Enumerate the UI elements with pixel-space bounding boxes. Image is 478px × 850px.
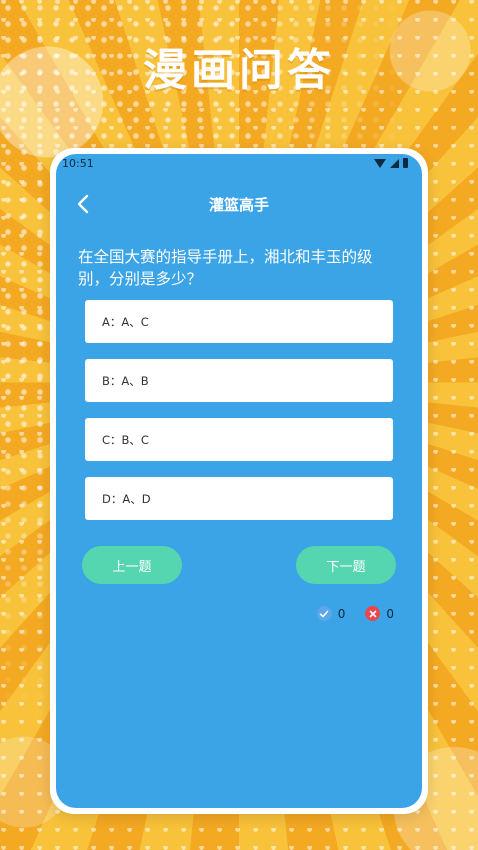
wifi-icon: [374, 158, 386, 168]
wrong-score: 0: [365, 606, 394, 621]
phone-frame: 10:51 灌篮高手 在全国大赛的指导手册上，湘北和丰玉的级别，分别是多少？ A…: [50, 148, 428, 814]
option-c[interactable]: C：B、C: [85, 418, 393, 461]
option-b[interactable]: B：A、B: [85, 359, 393, 402]
next-question-button[interactable]: 下一题: [296, 546, 396, 584]
correct-score: 0: [316, 606, 346, 621]
option-a[interactable]: A：A、C: [85, 300, 393, 343]
status-time: 10:51: [62, 156, 94, 170]
status-bar: 10:51: [56, 154, 422, 172]
app-title: 漫画问答: [143, 45, 335, 96]
phone-screen: 10:51 灌篮高手 在全国大赛的指导手册上，湘北和丰玉的级别，分别是多少？ A…: [56, 154, 422, 808]
battery-icon: [403, 158, 408, 168]
question-text: 在全国大赛的指导手册上，湘北和丰玉的级别，分别是多少？: [78, 248, 373, 288]
options-list: A：A、C B：A、B C：B、C D：A、D: [85, 300, 393, 536]
signal-icon: [390, 158, 399, 168]
check-icon: [316, 606, 332, 621]
prev-question-button[interactable]: 上一题: [82, 546, 182, 584]
close-icon: [365, 606, 381, 621]
nav-title: 灌篮高手: [208, 196, 269, 214]
score-panel: 0 0: [316, 606, 394, 621]
correct-count: 0: [337, 606, 346, 621]
wrong-count: 0: [386, 606, 394, 621]
status-icons: [374, 158, 408, 168]
option-d[interactable]: D：A、D: [85, 477, 393, 520]
nav-bar: 灌篮高手: [56, 184, 422, 224]
